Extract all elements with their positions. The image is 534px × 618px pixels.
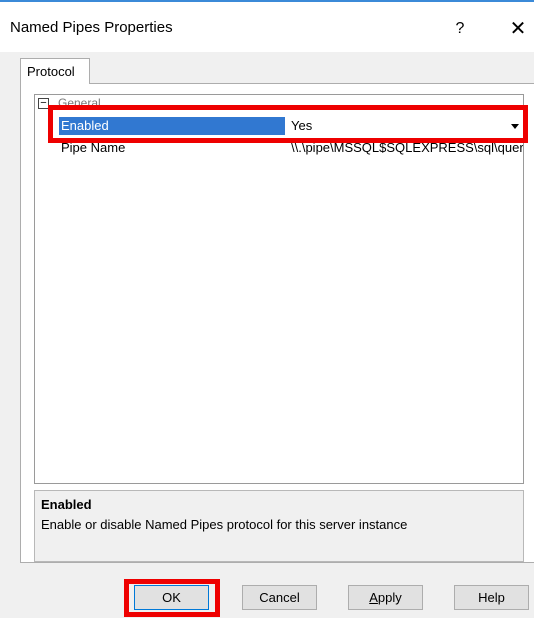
annotation-highlight-enabled: [48, 105, 528, 143]
tab-protocol[interactable]: Protocol: [20, 58, 90, 84]
help-icon[interactable]: ?: [448, 17, 472, 41]
named-pipes-properties-dialog: Named Pipes Properties ? ✕ Protocol − Ge…: [0, 0, 534, 618]
title-bar: Named Pipes Properties ? ✕: [0, 2, 534, 52]
description-panel: Enabled Enable or disable Named Pipes pr…: [34, 490, 524, 562]
annotation-highlight-ok: [124, 579, 220, 617]
apply-label-rest: pply: [377, 590, 402, 605]
property-grid: − General Enabled Yes Pipe Name \\.\pipe…: [34, 94, 524, 484]
apply-button[interactable]: Apply: [348, 585, 423, 610]
window-title: Named Pipes Properties: [10, 19, 173, 36]
close-icon[interactable]: ✕: [505, 16, 531, 42]
cancel-button[interactable]: Cancel: [242, 585, 317, 610]
description-text: Enable or disable Named Pipes protocol f…: [41, 517, 408, 532]
description-title: Enabled: [41, 497, 92, 512]
help-button[interactable]: Help: [454, 585, 529, 610]
apply-accelerator: A: [369, 590, 378, 605]
